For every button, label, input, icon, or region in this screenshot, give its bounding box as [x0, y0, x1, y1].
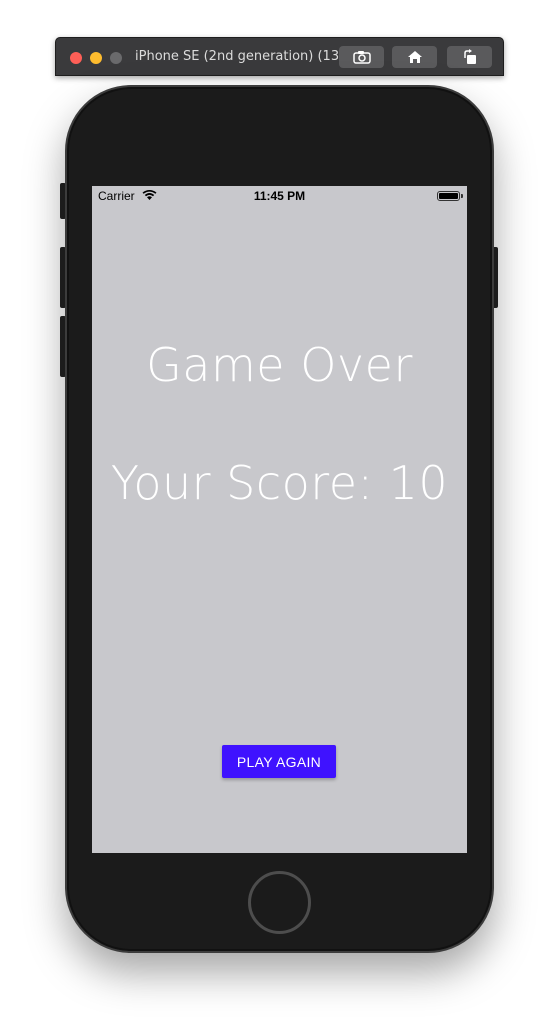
screenshot-icon	[352, 51, 371, 64]
rotate-button[interactable]	[447, 46, 492, 68]
simulator-titlebar: iPhone SE (2nd generation) (13...	[55, 37, 504, 76]
rotate-icon	[463, 49, 476, 64]
device-screen: Carrier 11:45 PM Game Over Your Score: 1…	[92, 186, 467, 853]
game-over-title: Game Over	[146, 338, 413, 392]
simulator-title: iPhone SE (2nd generation) (13...	[135, 49, 352, 64]
device-home-button[interactable]	[248, 871, 311, 934]
battery-icon	[437, 191, 460, 201]
zoom-window-button[interactable]	[110, 52, 122, 64]
score-label: Your Score: 10	[110, 456, 449, 510]
minimize-window-button[interactable]	[90, 52, 102, 64]
status-time: 11:45 PM	[253, 189, 306, 203]
home-icon	[407, 51, 422, 63]
status-bar: Carrier 11:45 PM	[92, 186, 467, 206]
play-again-button[interactable]: PLAY AGAIN	[222, 745, 336, 778]
home-button[interactable]	[392, 46, 437, 68]
close-window-button[interactable]	[70, 52, 82, 64]
screenshot-button[interactable]	[339, 46, 384, 68]
